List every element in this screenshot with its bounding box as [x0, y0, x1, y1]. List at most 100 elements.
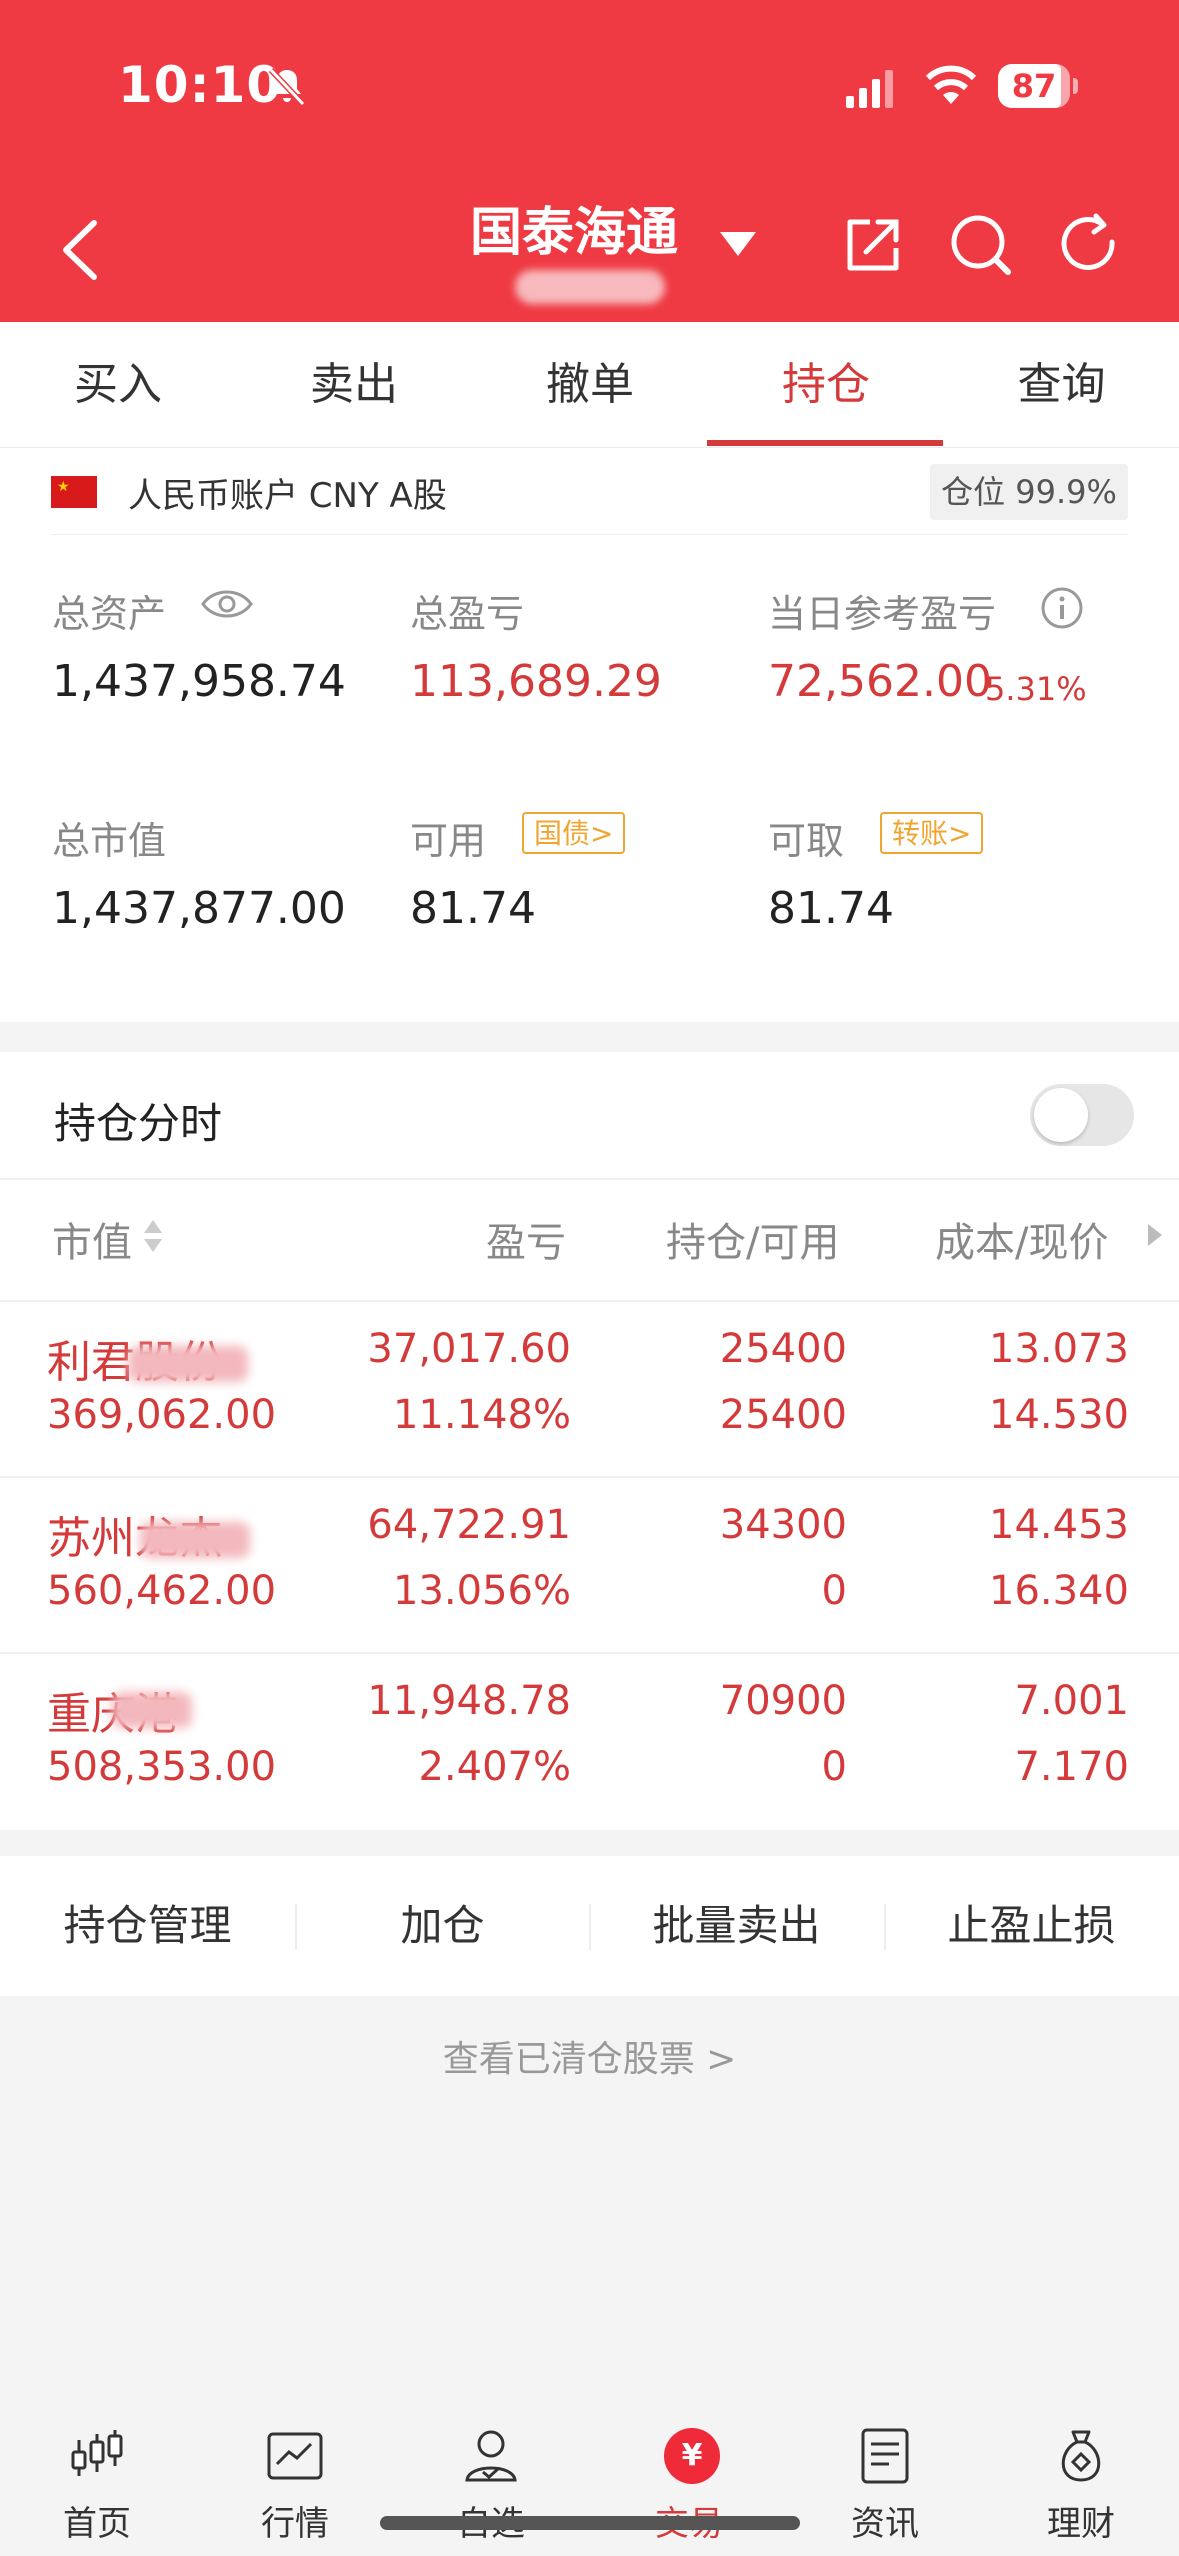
daily-pl-label: 当日参考盈亏 — [768, 592, 997, 636]
total-pl-value: 113,689.29 — [410, 656, 662, 707]
stock-pl-percent: 11.148% — [393, 1392, 571, 1438]
nav-market[interactable]: 行情 — [210, 2396, 380, 2556]
holdings-section: 持仓分时 市值 盈亏 持仓/可用 成本/现价 利君股份 369,062.00 3… — [0, 1052, 1179, 1830]
divider — [0, 1178, 1179, 1180]
stock-position: 25400 — [719, 1326, 847, 1372]
wifi-icon — [925, 65, 977, 104]
battery-level: 87 — [1011, 67, 1057, 105]
holdings-action-bar: 持仓管理 加仓 批量卖出 止盈止损 — [0, 1856, 1179, 1996]
manage-holdings-button[interactable]: 持仓管理 — [0, 1856, 295, 1996]
active-tab-indicator — [707, 440, 943, 446]
table-row[interactable]: 重庆港 508,353.00 11,948.78 2.407% 70900 0 … — [0, 1654, 1179, 1830]
redacted-name — [128, 1346, 248, 1382]
nav-home[interactable]: 首页 — [12, 2396, 182, 2556]
market-value: 1,437,877.00 — [52, 883, 346, 934]
yen-icon: ¥ — [664, 2428, 720, 2484]
column-header-market-value[interactable]: 市值 — [52, 1210, 132, 1268]
nav-label: 理财 — [1047, 2504, 1115, 2544]
stock-available: 25400 — [719, 1392, 847, 1438]
total-assets-value: 1,437,958.74 — [52, 656, 346, 707]
table-row[interactable]: 苏州龙杰 560,462.00 64,722.91 13.056% 34300 … — [0, 1478, 1179, 1654]
available-value: 81.74 — [410, 883, 536, 934]
view-cleared-stocks-link[interactable]: 查看已清仓股票 > — [0, 2030, 1179, 2082]
account-row[interactable]: ★ 人民币账户 CNY A股 仓位 99.9% — [0, 448, 1179, 534]
dropdown-caret-icon[interactable] — [720, 232, 756, 256]
withdrawable-label: 可取 — [768, 819, 845, 863]
take-profit-stop-loss-button[interactable]: 止盈止损 — [884, 1856, 1179, 1996]
divider — [51, 534, 1128, 535]
stock-price: 7.170 — [1014, 1744, 1129, 1790]
daily-pl-percent: 5.31% — [985, 670, 1087, 708]
batch-sell-button[interactable]: 批量卖出 — [589, 1856, 884, 1996]
bottom-nav: 首页 行情 自选 ¥ 交易 资讯 理财 — [0, 2396, 1179, 2556]
stock-available: 0 — [821, 1744, 847, 1790]
nav-label: 资讯 — [851, 2504, 919, 2544]
tab-holdings[interactable]: 持仓 — [708, 322, 944, 448]
position-badge: 仓位 99.9% — [930, 464, 1128, 520]
home-indicator[interactable] — [380, 2516, 800, 2530]
stock-price: 14.530 — [989, 1392, 1129, 1438]
stock-cost: 13.073 — [989, 1326, 1129, 1372]
add-position-button[interactable]: 加仓 — [295, 1856, 590, 1996]
stock-cost: 7.001 — [1014, 1678, 1129, 1724]
total-assets-label: 总资产 — [52, 592, 167, 636]
account-label: 人民币账户 CNY A股 — [128, 476, 447, 516]
refresh-icon[interactable] — [1056, 212, 1122, 278]
eye-icon[interactable] — [200, 586, 254, 622]
nav-label: 首页 — [63, 2504, 131, 2544]
stock-position: 34300 — [719, 1502, 847, 1548]
holdings-intraday-toggle[interactable] — [1030, 1084, 1134, 1146]
market-value-label: 总市值 — [52, 819, 167, 863]
nav-wealth[interactable]: 理财 — [996, 2396, 1166, 2556]
battery-icon: 87 — [998, 64, 1078, 108]
trade-tabs: 买入 卖出 撤单 持仓 查询 — [0, 322, 1179, 448]
stock-pl-percent: 2.407% — [418, 1744, 571, 1790]
transfer-button[interactable]: 转账> — [880, 812, 984, 854]
nav-label: 行情 — [261, 2504, 329, 2544]
stock-pl: 64,722.91 — [367, 1502, 571, 1548]
tab-cancel-order[interactable]: 撤单 — [472, 322, 708, 448]
tab-sell[interactable]: 卖出 — [236, 322, 472, 448]
account-summary: ★ 人民币账户 CNY A股 仓位 99.9% 总资产 1,437,958.74… — [0, 448, 1179, 1022]
stock-market-value: 369,062.00 — [47, 1392, 277, 1438]
broker-title[interactable]: 国泰海通 — [470, 190, 678, 265]
total-pl-label: 总盈亏 — [410, 592, 525, 636]
nav-watchlist[interactable]: 自选 — [406, 2396, 576, 2556]
tab-buy[interactable]: 买入 — [0, 322, 236, 448]
stock-market-value: 560,462.00 — [47, 1568, 277, 1614]
status-time: 10:10 — [118, 56, 283, 114]
bell-muted-icon — [268, 67, 306, 107]
stock-price: 16.340 — [989, 1568, 1129, 1614]
column-header-position: 持仓/可用 — [666, 1220, 840, 1266]
info-icon[interactable] — [1040, 586, 1084, 630]
column-header-pl: 盈亏 — [486, 1220, 566, 1266]
column-header-cost-price: 成本/现价 — [935, 1220, 1109, 1266]
stock-position: 70900 — [719, 1678, 847, 1724]
redacted-name — [140, 1522, 250, 1558]
stock-pl: 37,017.60 — [367, 1326, 571, 1372]
withdrawable-value: 81.74 — [768, 883, 894, 934]
back-arrow-icon[interactable] — [56, 215, 106, 285]
tab-query[interactable]: 查询 — [944, 322, 1179, 448]
sort-icon[interactable] — [142, 1216, 164, 1256]
redacted-name — [112, 1692, 192, 1728]
scroll-right-icon[interactable] — [1148, 1224, 1162, 1246]
redacted-account-id — [515, 270, 665, 304]
holdings-intraday-label: 持仓分时 — [54, 1099, 223, 1148]
stock-pl: 11,948.78 — [367, 1678, 571, 1724]
stock-pl-percent: 13.056% — [393, 1568, 571, 1614]
nav-news[interactable]: 资讯 — [800, 2396, 970, 2556]
nav-trade[interactable]: ¥ 交易 — [604, 2396, 774, 2556]
share-icon[interactable] — [840, 212, 906, 278]
treasury-bond-button[interactable]: 国债> — [522, 812, 626, 854]
stock-cost: 14.453 — [989, 1502, 1129, 1548]
available-label: 可用 — [410, 819, 487, 863]
top-header: 10:10 87 国泰海通 — [0, 0, 1179, 322]
money-bag-icon — [1061, 2430, 1101, 2482]
daily-pl-value: 72,562.00 — [768, 656, 992, 707]
stock-available: 0 — [821, 1568, 847, 1614]
table-row[interactable]: 利君股份 369,062.00 37,017.60 11.148% 25400 … — [0, 1302, 1179, 1478]
user-check-icon — [465, 2430, 517, 2482]
search-icon[interactable] — [948, 212, 1014, 278]
chart-icon — [267, 2432, 323, 2480]
